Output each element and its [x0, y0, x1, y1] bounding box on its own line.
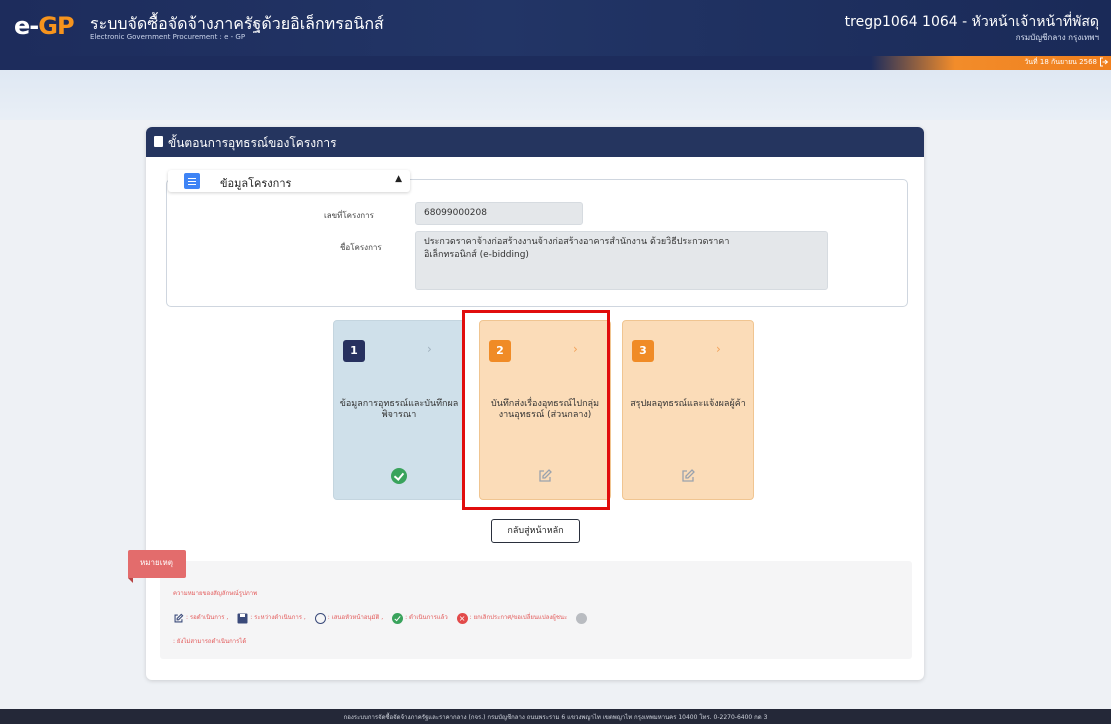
edit-icon[interactable]: [537, 468, 553, 484]
edit-icon[interactable]: [680, 468, 696, 484]
legend-text: : รอดำเนินการ ,: [186, 614, 229, 621]
legend-line-2: : ยังไม่สามารถดำเนินการได้: [173, 636, 253, 649]
project-no-field: 68099000208: [415, 202, 583, 225]
chevron-right-icon: ›: [427, 342, 432, 356]
top-header: e-GP ระบบจัดซื้อจัดจ้างภาครัฐด้วยอิเล็กท…: [0, 0, 1111, 56]
notes-badge: หมายเหตุ: [128, 550, 186, 583]
legend-text: : ระหว่างดำเนินการ ,: [250, 614, 306, 621]
edit-icon: [173, 613, 184, 624]
project-name-label: ชื่อโครงการ: [340, 243, 382, 252]
notes-panel: [160, 561, 912, 659]
chevron-right-icon: ›: [716, 342, 721, 356]
app-subtitle: Electronic Government Procurement : e - …: [90, 33, 246, 41]
chevron-right-icon: ›: [573, 342, 578, 356]
step-number: 3: [632, 340, 654, 362]
user-department: กรมบัญชีกลาง กรุงเทพฯ: [1015, 33, 1099, 42]
person-icon: [314, 612, 326, 624]
back-to-home-button[interactable]: กลับสู่หน้าหลัก: [491, 519, 580, 543]
project-no-label: เลขที่โครงการ: [324, 211, 374, 220]
footer-text: กองระบบการจัดซื้อจัดจ้างภาครัฐและราคากลา…: [343, 714, 768, 721]
legend-text: : เสนอหัวหน้าอนุมัติ ,: [327, 614, 384, 621]
project-name-field: ประกวดราคาจ้างก่อสร้างงานจ้างก่อสร้างอาค…: [415, 231, 828, 290]
document-icon: [154, 136, 163, 147]
step-label: สรุปผลอุทธรณ์และแจ้งผลผู้ค้า: [630, 399, 746, 409]
step-label: ข้อมูลการอุทธรณ์และบันทึกผลพิจารณา: [339, 399, 459, 420]
legend-text: : ดำเนินการแล้ว: [405, 614, 448, 621]
egp-logo[interactable]: e-GP: [14, 12, 75, 40]
step-number: 2: [489, 340, 511, 362]
current-date: วันที่ 18 กันยายน 2568: [1024, 58, 1097, 66]
legend-line-1: : รอดำเนินการ , : ระหว่างดำเนินการ , : เ…: [173, 612, 589, 625]
user-name: tregp1064 1064 - หัวหน้าเจ้าหน้าที่พัสดุ: [844, 14, 1099, 30]
step-label: บันทึกส่งเรื่องอุทธรณ์ไปกลุ่มงานอุทธรณ์ …: [491, 399, 599, 420]
appeal-steps-card: ขั้นตอนการอุทธรณ์ของโครงการ ข้อมูลโครงกา…: [146, 127, 924, 680]
date-bar: วันที่ 18 กันยายน 2568: [871, 56, 1111, 70]
check-icon: [392, 612, 404, 624]
footer: กองระบบการจัดซื้อจัดจ้างภาครัฐและราคากลา…: [0, 709, 1111, 724]
logout-icon[interactable]: [1099, 57, 1109, 67]
notes-heading: ความหมายของสัญลักษณ์รูปภาพ: [173, 590, 258, 597]
banner: [0, 70, 1111, 120]
project-info-label: ข้อมูลโครงการ: [220, 177, 292, 190]
card-header: ขั้นตอนการอุทธรณ์ของโครงการ: [146, 127, 924, 157]
save-icon: [237, 613, 248, 624]
caret-up-icon: ▲: [395, 174, 402, 184]
legend-text: : ยกเลิกประกาศ/ขอเปลี่ยนแปลงผู้ชนะ: [469, 614, 568, 621]
logo-gp-text: GP: [38, 12, 74, 40]
cancel-icon: ×: [456, 612, 468, 624]
card-title: ขั้นตอนการอุทธรณ์ของโครงการ: [168, 136, 337, 150]
logo-e-text: e-: [14, 12, 39, 40]
disabled-icon: [576, 612, 588, 624]
list-icon: [184, 173, 200, 189]
step-1-card[interactable]: 1 › ข้อมูลการอุทธรณ์และบันทึกผลพิจารณา: [333, 320, 465, 500]
project-info-toggle[interactable]: ข้อมูลโครงการ ▲: [168, 170, 410, 192]
step-2-card[interactable]: 2 › บันทึกส่งเรื่องอุทธรณ์ไปกลุ่มงานอุทธ…: [479, 320, 611, 500]
check-icon: [391, 468, 407, 484]
step-number: 1: [343, 340, 365, 362]
step-3-card[interactable]: 3 › สรุปผลอุทธรณ์และแจ้งผลผู้ค้า: [622, 320, 754, 500]
legend-text: : ยังไม่สามารถดำเนินการได้: [173, 638, 247, 645]
